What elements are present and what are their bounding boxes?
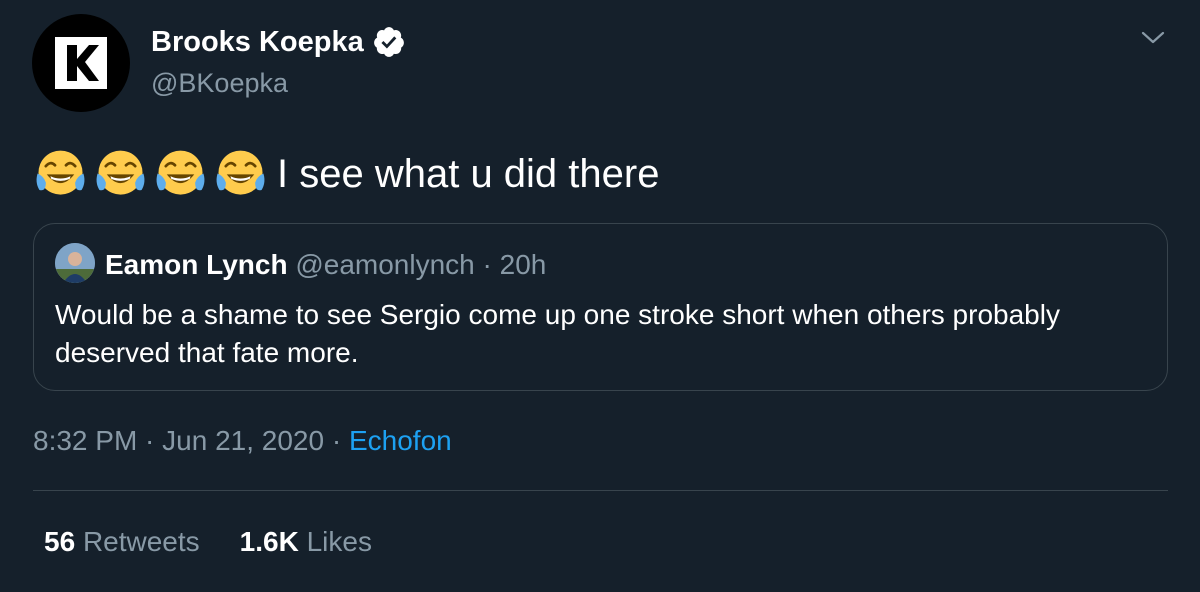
- retweets-stat[interactable]: 56 Retweets: [44, 523, 200, 561]
- quote-author-handle: @eamonlynch: [295, 249, 475, 280]
- timestamp-text[interactable]: 8:32 PM · Jun 21, 2020: [33, 425, 324, 456]
- author-avatar[interactable]: [32, 14, 130, 112]
- quote-separator: ·: [474, 249, 500, 280]
- face-with-tears-of-joy-icon: [156, 150, 205, 195]
- face-with-tears-of-joy-icon: [96, 150, 145, 195]
- divider: [33, 490, 1168, 491]
- author-name[interactable]: Brooks Koepka: [151, 24, 364, 60]
- author-block: Brooks Koepka @BKoepka: [151, 24, 406, 100]
- quote-text: Would be a shame to see Sergio come up o…: [55, 299, 1060, 368]
- source-separator: ·: [324, 425, 349, 456]
- verified-badge-icon: [373, 27, 404, 57]
- quote-author-avatar: [55, 243, 95, 283]
- quoted-tweet[interactable]: Eamon Lynch @eamonlynch · 20h Would be a…: [33, 223, 1168, 391]
- face-with-tears-of-joy-icon: [36, 150, 85, 195]
- person-photo-icon: [55, 243, 95, 283]
- tweet-body: I see what u did there: [33, 146, 659, 201]
- tweet-text: I see what u did there: [277, 151, 660, 196]
- likes-label: Likes: [306, 526, 372, 557]
- author-handle[interactable]: @BKoepka: [151, 66, 406, 100]
- emoji-group: [33, 146, 273, 201]
- retweets-label: Retweets: [82, 526, 200, 557]
- likes-count: 1.6K: [239, 526, 299, 557]
- brand-k-logo: [55, 37, 107, 89]
- tweet-timestamp: 8:32 PM · Jun 21, 2020 · Echofon: [33, 422, 452, 460]
- tweet-card: Brooks Koepka @BKoepka I see what u did …: [0, 0, 1200, 592]
- likes-stat[interactable]: 1.6K Likes: [240, 523, 372, 561]
- tweet-stats: 56 Retweets 1.6K Likes: [44, 523, 372, 561]
- chevron-down-icon[interactable]: [1140, 28, 1166, 48]
- face-with-tears-of-joy-icon: [216, 150, 265, 195]
- source-link[interactable]: Echofon: [349, 425, 452, 456]
- quote-header: Eamon Lynch @eamonlynch · 20h: [105, 248, 546, 282]
- quote-author-name: Eamon Lynch: [105, 249, 288, 280]
- quote-age: 20h: [499, 249, 547, 280]
- retweets-count: 56: [44, 526, 76, 557]
